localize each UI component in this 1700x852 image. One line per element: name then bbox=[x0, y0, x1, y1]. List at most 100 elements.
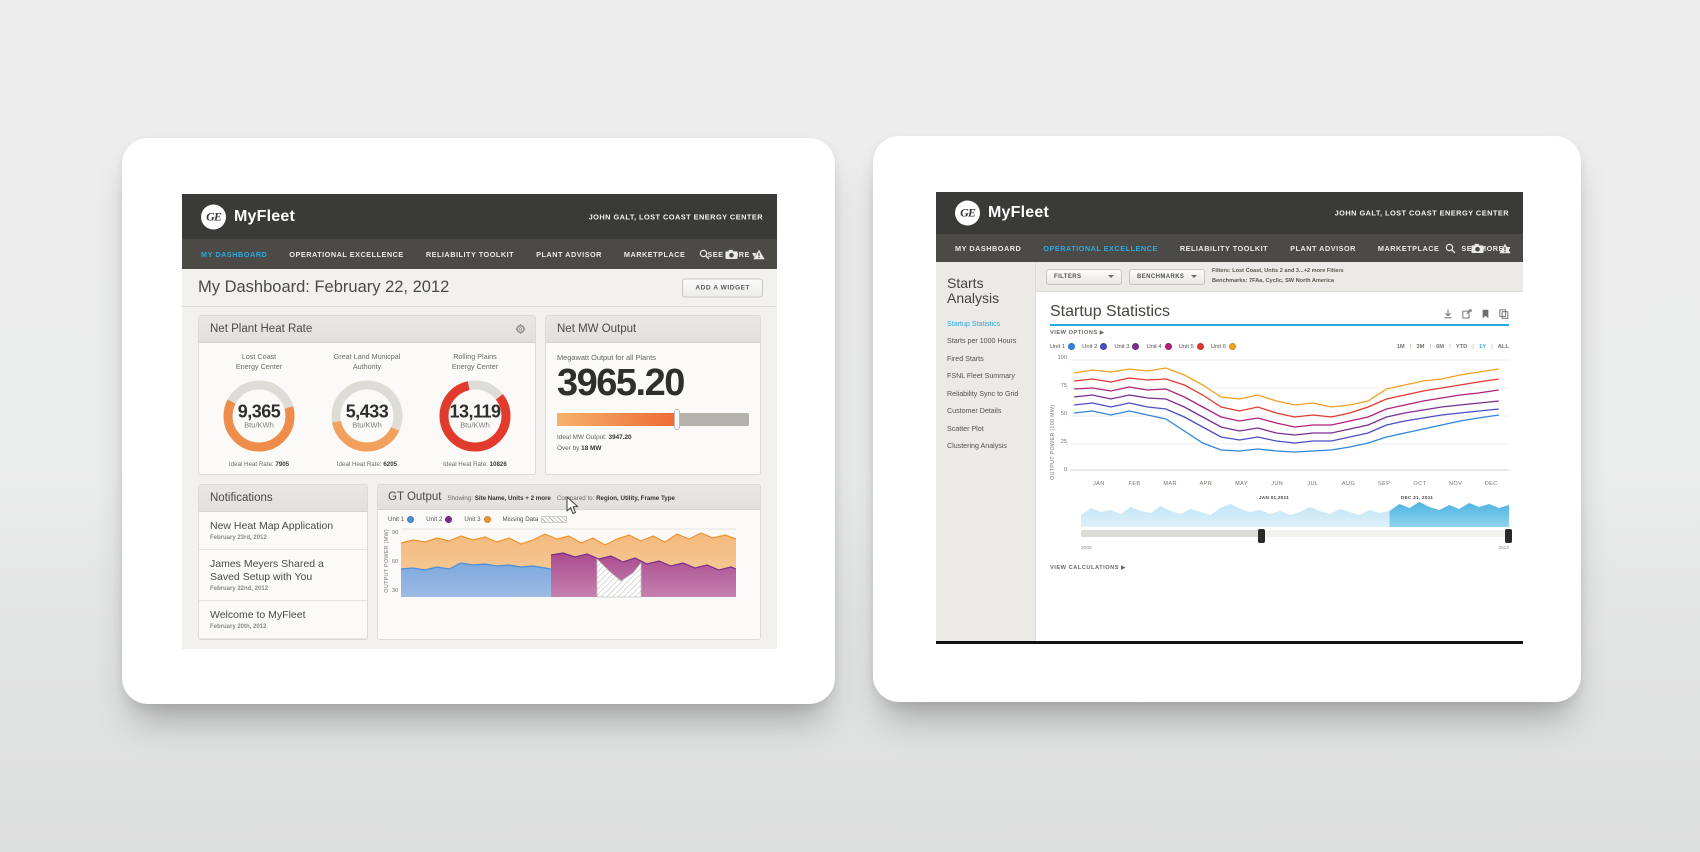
sidebar-heading: Starts Analysis bbox=[947, 275, 1000, 307]
chart-main-region: FILTERS BENCHMARKS Filters: Lost Coast, … bbox=[1036, 262, 1523, 641]
nav-plant-advisor[interactable]: PLANT ADVISOR bbox=[536, 250, 602, 259]
gt-output-title: GT Output bbox=[388, 490, 442, 503]
sidebar-item-fsnl-fleet-summary[interactable]: FSNL Fleet Summary bbox=[947, 372, 1035, 380]
range-3m[interactable]: 3M bbox=[1416, 344, 1424, 350]
range-ytd[interactable]: YTD bbox=[1456, 344, 1468, 350]
xtick-dec: DEC bbox=[1484, 481, 1498, 487]
legend-dot-icon bbox=[407, 515, 415, 523]
view-calculations-toggle[interactable]: VIEW CALCULATIONS ▶ bbox=[1036, 557, 1523, 571]
starts-analysis-sidebar: Starts Analysis Startup Statistics Start… bbox=[936, 262, 1036, 641]
tablet-left: GE MyFleet JOHN GALT, LOST COAST ENERGY … bbox=[122, 138, 835, 704]
nav-plant-advisor[interactable]: PLANT ADVISOR bbox=[1290, 244, 1356, 253]
search-icon[interactable] bbox=[1445, 243, 1456, 254]
gear-icon[interactable] bbox=[515, 324, 526, 335]
alert-icon[interactable] bbox=[753, 249, 765, 260]
mw-progress[interactable] bbox=[557, 408, 749, 430]
copy-icon[interactable] bbox=[1499, 309, 1509, 319]
search-icon[interactable] bbox=[699, 249, 710, 260]
mw-progress-handle[interactable] bbox=[674, 408, 681, 430]
download-icon[interactable] bbox=[1443, 309, 1453, 319]
nav-my-dashboard[interactable]: MY DASHBOARD bbox=[955, 244, 1021, 253]
range-6m[interactable]: 6M bbox=[1436, 344, 1444, 350]
sidebar-item-reliability-sync-to-grid[interactable]: Reliability Sync to Grid bbox=[947, 390, 1035, 398]
startup-statistics-chart[interactable] bbox=[1070, 355, 1509, 475]
gauge-ideal: Ideal Heat Rate: 10826 bbox=[443, 460, 507, 468]
gt-output-card: GT Output Showing: Site Name, Units + 2 … bbox=[377, 483, 761, 641]
gt-legend-unit-1[interactable]: Unit 1 bbox=[388, 515, 415, 523]
notifications-header: Notifications bbox=[199, 484, 367, 512]
mw-ideal-row: Ideal MW Output: 3947.20 bbox=[557, 433, 632, 441]
notification-item[interactable]: New Heat Map Application February 23rd, … bbox=[199, 512, 367, 550]
user-account-label[interactable]: JOHN GALT, LOST COAST ENERGY CENTER bbox=[589, 212, 763, 221]
range-1y[interactable]: 1Y bbox=[1479, 344, 1486, 350]
chart-plot-wrap bbox=[1070, 355, 1509, 480]
page-title: My Dashboard: February 22, 2012 bbox=[198, 278, 450, 296]
legend-unit-4[interactable]: Unit 4 bbox=[1146, 343, 1172, 350]
navigator-start-year: 2000 bbox=[1081, 546, 1092, 551]
add-widget-button[interactable]: ADD A WIDGET bbox=[682, 278, 763, 297]
range-navigator[interactable]: JAN 01,2011 DEC 31, 2011 2000 2012 bbox=[1081, 495, 1512, 551]
nav-operational-excellence[interactable]: OPERATIONAL EXCELLENCE bbox=[289, 250, 404, 259]
sidebar-item-customer-details[interactable]: Customer Details bbox=[947, 407, 1035, 415]
notification-date: February 20th, 2012 bbox=[210, 624, 267, 631]
sidebar-item-starts-per-1000-hours[interactable]: Starts per 1000 Hours bbox=[947, 337, 1035, 345]
gauge-lost-coast[interactable]: Lost Coast Energy Center 9,365 Btu/KWh I… bbox=[205, 352, 313, 468]
nav-marketplace[interactable]: MARKETPLACE bbox=[624, 250, 685, 259]
sidebar-item-scatter-plot[interactable]: Scatter Plot bbox=[947, 425, 1035, 433]
filter-bar: FILTERS BENCHMARKS Filters: Lost Coast, … bbox=[1036, 262, 1523, 292]
heat-rate-card-title: Net Plant Heat Rate bbox=[210, 323, 313, 335]
nav-reliability-toolkit[interactable]: RELIABILITY TOOLKIT bbox=[1180, 244, 1268, 253]
camera-icon[interactable] bbox=[1471, 243, 1484, 254]
legend-dot-icon bbox=[1068, 343, 1076, 350]
alert-icon[interactable] bbox=[1499, 243, 1511, 254]
sidebar-item-clustering-analysis[interactable]: Clustering Analysis bbox=[947, 442, 1035, 450]
user-account-label[interactable]: JOHN GALT, LOST COAST ENERGY CENTER bbox=[1335, 209, 1509, 218]
chart-header: Startup Statistics bbox=[1050, 303, 1509, 321]
gt-legend-unit-2[interactable]: Unit 2 bbox=[426, 515, 453, 523]
nav-icon-group-right bbox=[1445, 234, 1511, 262]
notification-title: James Meyers Shared a Saved Setup with Y… bbox=[210, 558, 324, 584]
navigator-handle-left[interactable] bbox=[1258, 529, 1265, 543]
range-all[interactable]: ALL bbox=[1498, 344, 1509, 350]
nav-reliability-toolkit[interactable]: RELIABILITY TOOLKIT bbox=[426, 250, 514, 259]
filters-dropdown[interactable]: FILTERS bbox=[1046, 268, 1122, 285]
legend-unit-1[interactable]: Unit 1 bbox=[1050, 343, 1076, 350]
navigator-selection[interactable] bbox=[1261, 530, 1509, 537]
nav-marketplace[interactable]: MARKETPLACE bbox=[1378, 244, 1439, 253]
legend-unit-5[interactable]: Unit 5 bbox=[1179, 343, 1204, 350]
gauge-rolling-plains[interactable]: Rolling Plains Energy Center 13,119 Btu/… bbox=[421, 352, 529, 468]
notification-title: New Heat Map Application bbox=[210, 519, 334, 532]
ge-logo-icon: GE bbox=[955, 200, 980, 226]
legend-unit-6[interactable]: Unit 6 bbox=[1211, 343, 1236, 350]
legend-dot-icon bbox=[1100, 343, 1108, 350]
export-icon[interactable] bbox=[1462, 309, 1472, 319]
sidebar-item-startup-statistics[interactable]: Startup Statistics bbox=[947, 320, 1035, 328]
gauge-label: Rolling Plains Energy Center bbox=[451, 352, 499, 372]
navigator-handle-right[interactable] bbox=[1505, 529, 1512, 543]
gt-output-chart[interactable] bbox=[401, 525, 737, 598]
range-1m[interactable]: 1M bbox=[1397, 344, 1405, 350]
dashboard-row-1: Net Plant Heat Rate Lost Coast Energy Ce… bbox=[198, 315, 761, 475]
nav-operational-excellence[interactable]: OPERATIONAL EXCELLENCE bbox=[1043, 244, 1158, 253]
legend-unit-3[interactable]: Unit 3 bbox=[1114, 343, 1140, 350]
gauge-unit: Btu/KWh bbox=[352, 420, 382, 430]
nav-my-dashboard[interactable]: MY DASHBOARD bbox=[201, 250, 267, 259]
notifications-card: Notifications New Heat Map Application F… bbox=[198, 483, 368, 641]
benchmarks-dropdown[interactable]: BENCHMARKS bbox=[1129, 268, 1205, 285]
sidebar-item-fired-starts[interactable]: Fired Starts bbox=[947, 355, 1035, 363]
notification-item[interactable]: Welcome to MyFleet February 20th, 2012 bbox=[199, 601, 367, 640]
brush-start-label: JAN 01,2011 bbox=[1259, 495, 1290, 500]
net-mw-output-card: Net MW Output Megawatt Output for all Pl… bbox=[545, 315, 761, 475]
notification-item[interactable]: James Meyers Shared a Saved Setup with Y… bbox=[199, 550, 367, 602]
camera-icon[interactable] bbox=[725, 249, 738, 260]
bookmark-icon[interactable] bbox=[1481, 309, 1490, 319]
gauge-great-land[interactable]: Great Land Municpal Authority 5,433 Btu/… bbox=[313, 352, 421, 468]
view-options-toggle[interactable]: VIEW OPTIONS ▶ bbox=[1050, 330, 1509, 336]
mw-card-body: Megawatt Output for all Plants 3965.20 I… bbox=[546, 343, 760, 465]
operational-excellence-body: Starts Analysis Startup Statistics Start… bbox=[936, 262, 1523, 641]
legend-unit-2[interactable]: Unit 2 bbox=[1082, 343, 1108, 350]
xtick-apr: APR bbox=[1199, 481, 1213, 487]
gt-legend-unit-3[interactable]: Unit 3 bbox=[464, 515, 491, 523]
gauge-value-group: 5,433 Btu/KWh bbox=[328, 401, 406, 429]
range-separator: | bbox=[1472, 343, 1474, 350]
